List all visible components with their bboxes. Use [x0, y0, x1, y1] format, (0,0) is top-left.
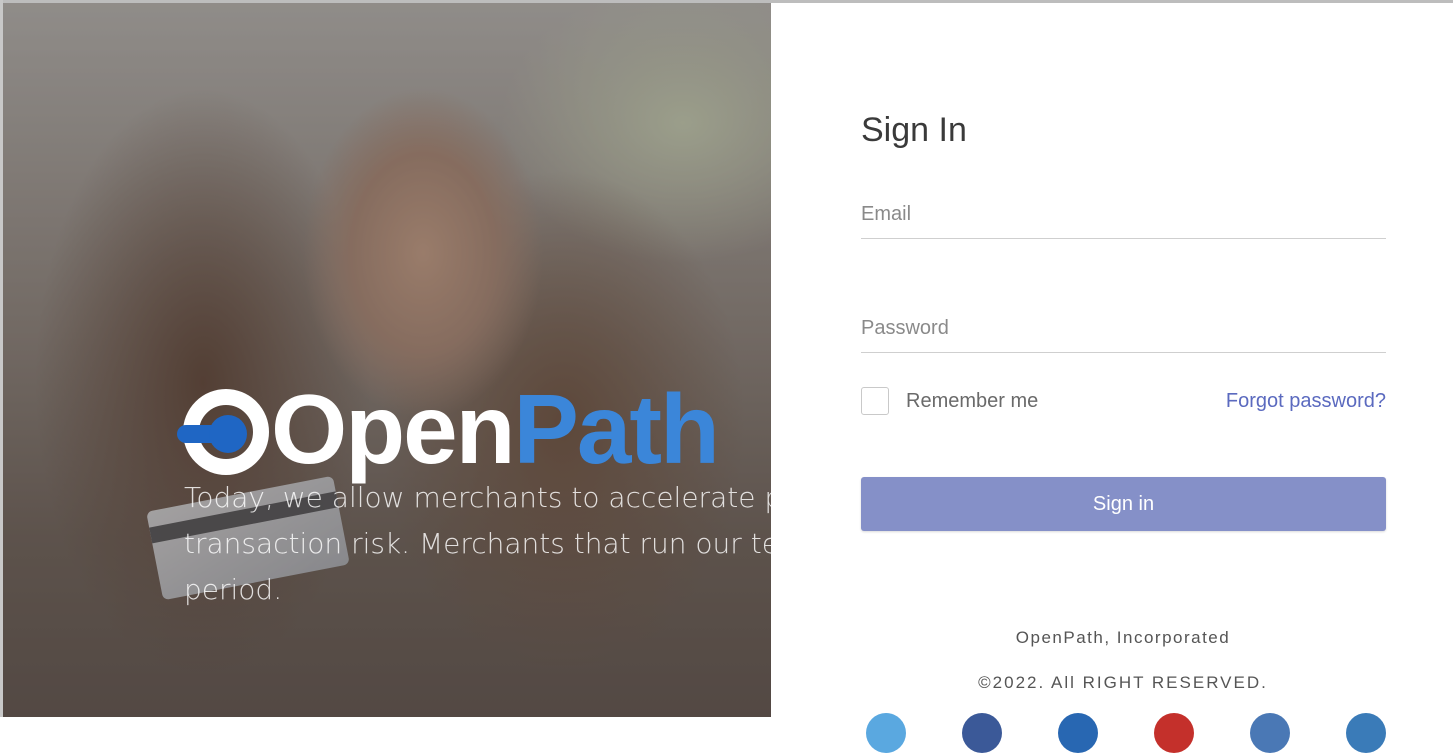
sign-in-button[interactable]: Sign in [861, 477, 1386, 531]
password-field[interactable] [861, 317, 1386, 346]
remember-me-row: Remember me [861, 387, 1038, 415]
logo-text-path: Path [513, 374, 719, 484]
forgot-password-link[interactable]: Forgot password? [1226, 390, 1386, 413]
remember-me-label[interactable]: Remember me [906, 390, 1038, 413]
copyright-text: ©2022. All RIGHT RESERVED. [978, 673, 1268, 692]
skype-icon[interactable] [1346, 713, 1386, 753]
facebook-icon[interactable] [962, 713, 1002, 753]
linkedin-icon[interactable] [1058, 713, 1098, 753]
tagline-line: Today, we allow merchants to accelerate … [184, 481, 771, 514]
hero-image-panel: Open Path Today, we allow merchants to ac… [3, 3, 771, 717]
openpath-logo: Open Path [177, 358, 720, 484]
email-field-wrapper [861, 203, 1386, 239]
password-field-wrapper [861, 317, 1386, 353]
youtube-icon[interactable] [1154, 713, 1194, 753]
tagline-line: transaction risk. Merchants that run our… [184, 527, 771, 560]
hero-tagline: Today, we allow merchants to accelerate … [184, 475, 771, 613]
signin-panel: Sign In Remember me Forgot password? Sig… [771, 3, 1453, 753]
instagram-icon[interactable] [1250, 713, 1290, 753]
logo-key-icon [177, 389, 269, 475]
social-icons-row [866, 713, 1386, 753]
twitter-icon[interactable] [866, 713, 906, 753]
remember-me-checkbox[interactable] [861, 387, 889, 415]
tagline-line: period. [184, 573, 283, 606]
company-name: OpenPath, Incorporated [1015, 628, 1231, 647]
email-field[interactable] [861, 203, 1386, 232]
logo-text-open: Open [271, 374, 515, 484]
page-title: Sign In [861, 111, 967, 149]
